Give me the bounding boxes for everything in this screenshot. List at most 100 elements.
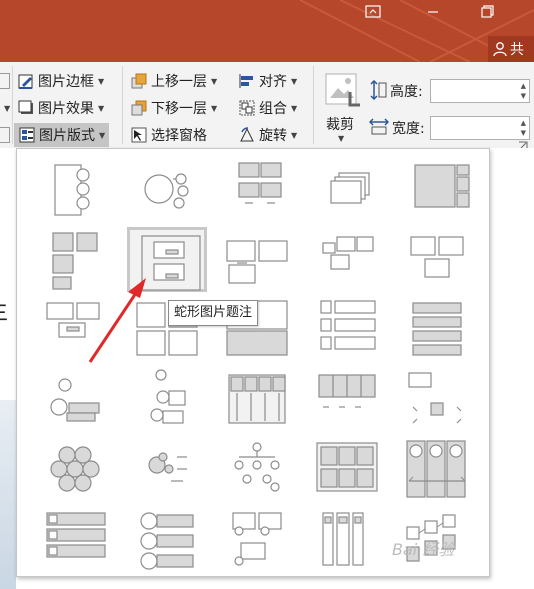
layout-tooltip: 蛇形图片题注 [168,300,259,326]
layout-alternating-picture-blocks[interactable] [217,507,297,572]
layout-thumbnail-icon [46,512,106,558]
picture-layout-button[interactable]: 图片版式 ▼ [14,123,110,147]
layout-accent-process-circles[interactable] [37,367,117,432]
layout-circle-accent-timeline[interactable] [127,157,207,222]
layout-thumbnail-icon [50,378,100,422]
layout-picture-caption-list[interactable] [397,227,477,292]
bring-forward-label: 上移一层 [151,74,207,90]
person-icon [493,42,507,57]
layout-thumbnail-icon [410,236,464,278]
height-input[interactable]: ▲ ▼ [430,79,530,103]
layout-bending-picture-blocks[interactable] [37,227,117,292]
height-icon [370,80,387,100]
layout-thumbnail-icon [226,240,288,284]
layout-titled-picture-grid[interactable] [307,437,387,502]
minimize-icon[interactable] [422,4,444,20]
size-dialog-launcher-icon[interactable] [518,136,528,150]
layout-thumbnail-icon [232,512,282,566]
picture-layout-gallery [16,148,490,577]
send-backward-button[interactable]: 下移一层 ▼ [130,97,217,119]
layout-thumbnail-icon [50,446,100,492]
layout-thumbnail-icon [141,235,201,291]
layout-picture-org-chart[interactable] [217,437,297,502]
group-label: 组合 [259,101,287,117]
layout-hexagon-cluster[interactable] [37,437,117,502]
width-input[interactable]: ▲ ▼ [430,116,530,140]
layout-thumbnail-icon [150,369,186,424]
layout-thumbnail-icon [322,236,374,270]
layout-vertical-block-list[interactable] [37,507,117,572]
layout-thumbnail-icon [52,232,98,290]
height-up-arrow-icon[interactable]: ▲ [521,82,526,91]
partial-ribbon-control-2[interactable] [0,124,10,146]
title-bar-decoration [299,0,534,62]
width-up-arrow-icon[interactable]: ▲ [521,119,526,128]
crop-button[interactable]: 裁剪 ▼ [322,72,362,144]
align-button[interactable]: 对齐 ▼ [238,70,297,92]
layout-vertical-picture-list[interactable] [307,297,387,362]
layout-thumbnail-icon [238,162,282,204]
group-button[interactable]: 组合 ▼ [238,97,297,119]
layout-picture-column-stack[interactable] [307,507,387,572]
layout-thumbnail-icon [228,374,286,424]
selection-pane-label: 选择窗格 [151,128,207,144]
ribbon-display-options-icon[interactable] [362,4,384,20]
partial-dropdown-caret[interactable]: ▼ [0,97,10,119]
rotate-button[interactable]: 旋转 ▼ [238,124,297,146]
partial-ribbon-control[interactable] [0,70,10,92]
layout-thumbnail-icon [408,372,462,424]
picture-effects-icon [18,100,33,114]
layout-horizontal-picture-list[interactable] [307,367,387,432]
layout-titled-picture-blocks[interactable] [217,227,297,292]
crop-label: 裁剪 [326,117,354,133]
layout-picture-grid[interactable] [217,157,297,222]
slide-text-fragment: 主 [0,294,16,326]
selection-pane-button[interactable]: 选择窗格 [130,124,207,146]
layout-vertical-circle-list[interactable] [37,157,117,222]
layout-circle-picture-list[interactable] [127,507,207,572]
layout-circle-picture-hierarchy[interactable] [127,367,207,432]
layout-captioned-pictures[interactable] [37,297,117,362]
crop-icon [325,73,360,107]
share-label: 共 [510,42,524,58]
slide-area-right [490,148,534,589]
ribbon-separator [122,66,123,144]
layout-thumbnail-icon [330,172,370,204]
picture-layout-icon [19,127,35,143]
picture-border-button[interactable]: 图片边框 ▼ [17,70,104,92]
layout-thumbnail-icon [234,442,280,492]
bring-forward-button[interactable]: 上移一层 ▼ [130,70,217,92]
pencil-border-icon [18,74,33,89]
picture-effects-button[interactable]: 图片效果 ▼ [17,97,104,119]
group-icon [239,100,255,116]
layout-horizontal-picture-blocks[interactable] [397,297,477,362]
layout-picture-stack[interactable] [307,157,387,222]
layout-picture-frame-layout[interactable] [397,157,477,222]
layout-circle-cluster[interactable] [127,437,207,502]
layout-thumbnail-icon [54,164,90,216]
picture-effects-label: 图片效果 [38,101,94,117]
send-backward-label: 下移一层 [151,101,207,117]
align-label: 对齐 [259,74,287,90]
selection-pane-icon [131,127,147,143]
picture-layout-label: 图片版式 [39,128,95,144]
width-icon [369,118,389,135]
height-down-arrow-icon[interactable]: ▼ [521,92,526,101]
layout-thumbnail-icon [318,374,376,408]
layout-thumbnail-icon [406,440,466,498]
layout-snapshot-picture-list[interactable] [127,227,207,292]
layout-picture-column-list[interactable] [217,367,297,432]
ribbon-separator [12,66,13,144]
restore-icon[interactable] [476,4,498,20]
layout-thumbnail-icon [414,164,470,208]
layout-thumbnail-icon [144,173,189,209]
send-backward-icon [131,100,147,116]
align-icon [239,74,253,88]
layout-framed-accent-picture[interactable] [397,367,477,432]
rotate-icon [240,127,254,142]
layout-thumbnail-icon [46,302,100,338]
layout-picture-arrow-process[interactable] [397,437,477,502]
layout-thumbnail-icon [140,512,194,570]
share-button[interactable]: 共 [488,36,534,62]
layout-picture-accent-blocks[interactable] [307,227,387,292]
